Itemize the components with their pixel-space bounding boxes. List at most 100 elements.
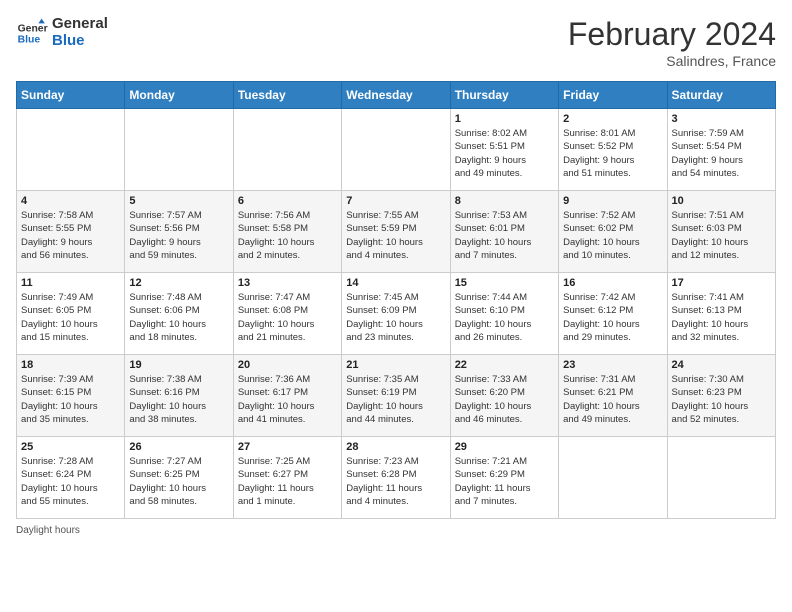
- week-row-1: 1 Sunrise: 8:02 AMSunset: 5:51 PMDaylight…: [17, 109, 776, 191]
- day-number: 27: [238, 441, 337, 453]
- day-cell: [125, 109, 233, 191]
- day-info: Sunrise: 7:30 AMSunset: 6:23 PMDaylight:…: [672, 373, 771, 426]
- day-number: 3: [672, 113, 771, 125]
- day-number: 24: [672, 359, 771, 371]
- day-cell: 5Sunrise: 7:57 AMSunset: 5:56 PMDaylight…: [125, 191, 233, 273]
- day-info: Sunrise: 7:44 AMSunset: 6:10 PMDaylight:…: [455, 291, 554, 344]
- day-number: 7: [346, 195, 445, 207]
- day-number: 13: [238, 277, 337, 289]
- day-info: Sunrise: 7:42 AMSunset: 6:12 PMDaylight:…: [563, 291, 662, 344]
- day-info: Sunrise: 7:27 AMSunset: 6:25 PMDaylight:…: [129, 455, 228, 508]
- day-cell: 7 Sunrise: 7:55 AMSunset: 5:59 PMDaylight…: [342, 191, 450, 273]
- day-cell: 27 Sunrise: 7:25 AMSunset: 6:27 PMDayligh…: [233, 437, 341, 519]
- day-cell: 26 Sunrise: 7:27 AMSunset: 6:25 PMDayligh…: [125, 437, 233, 519]
- day-number: 5: [129, 195, 228, 207]
- day-cell: 20 Sunrise: 7:36 AMSunset: 6:17 PMDayligh…: [233, 355, 341, 437]
- header-row: SundayMondayTuesdayWednesdayThursdayFrid…: [17, 82, 776, 109]
- day-number: 28: [346, 441, 445, 453]
- day-number: 10: [672, 195, 771, 207]
- day-cell: [233, 109, 341, 191]
- day-number: 16: [563, 277, 662, 289]
- day-number: 12: [129, 277, 228, 289]
- day-info: Sunrise: 7:45 AMSunset: 6:09 PMDaylight:…: [346, 291, 445, 344]
- logo-wordmark: General Blue: [52, 16, 108, 49]
- day-number: 22: [455, 359, 554, 371]
- footer: Daylight hours: [16, 525, 776, 536]
- day-info: Sunrise: 7:21 AMSunset: 6:29 PMDaylight:…: [455, 455, 554, 508]
- col-header-friday: Friday: [559, 82, 667, 109]
- day-cell: 13 Sunrise: 7:47 AMSunset: 6:08 PMDayligh…: [233, 273, 341, 355]
- col-header-saturday: Saturday: [667, 82, 775, 109]
- svg-text:General: General: [18, 23, 48, 34]
- day-number: 26: [129, 441, 228, 453]
- week-row-4: 18 Sunrise: 7:39 AMSunset: 6:15 PMDayligh…: [17, 355, 776, 437]
- day-cell: 12 Sunrise: 7:48 AMSunset: 6:06 PMDayligh…: [125, 273, 233, 355]
- calendar-table: SundayMondayTuesdayWednesdayThursdayFrid…: [16, 81, 776, 519]
- day-number: 25: [21, 441, 120, 453]
- day-cell: 18 Sunrise: 7:39 AMSunset: 6:15 PMDayligh…: [17, 355, 125, 437]
- logo-line1: General: [52, 16, 108, 33]
- day-cell: 25 Sunrise: 7:28 AMSunset: 6:24 PMDayligh…: [17, 437, 125, 519]
- day-cell: 4 Sunrise: 7:58 AMSunset: 5:55 PMDaylight…: [17, 191, 125, 273]
- day-number: 15: [455, 277, 554, 289]
- day-cell: 9 Sunrise: 7:52 AMSunset: 6:02 PMDaylight…: [559, 191, 667, 273]
- title-block: February 2024 Salindres, France: [568, 16, 776, 69]
- day-info: Sunrise: 7:39 AMSunset: 6:15 PMDaylight:…: [21, 373, 120, 426]
- day-cell: 2 Sunrise: 8:01 AMSunset: 5:52 PMDaylight…: [559, 109, 667, 191]
- week-row-2: 4 Sunrise: 7:58 AMSunset: 5:55 PMDaylight…: [17, 191, 776, 273]
- day-info: Sunrise: 7:36 AMSunset: 6:17 PMDaylight:…: [238, 373, 337, 426]
- day-number: 20: [238, 359, 337, 371]
- day-cell: 24 Sunrise: 7:30 AMSunset: 6:23 PMDayligh…: [667, 355, 775, 437]
- day-cell: 29 Sunrise: 7:21 AMSunset: 6:29 PMDayligh…: [450, 437, 558, 519]
- day-info: Sunrise: 7:47 AMSunset: 6:08 PMDaylight:…: [238, 291, 337, 344]
- day-cell: [667, 437, 775, 519]
- day-info: Sunrise: 7:59 AMSunset: 5:54 PMDaylight:…: [672, 127, 771, 180]
- day-info: Sunrise: 7:53 AMSunset: 6:01 PMDaylight:…: [455, 209, 554, 262]
- day-cell: 22Sunrise: 7:33 AMSunset: 6:20 PMDayligh…: [450, 355, 558, 437]
- day-number: 4: [21, 195, 120, 207]
- day-number: 1: [455, 113, 554, 125]
- day-info: Sunrise: 8:02 AMSunset: 5:51 PMDaylight:…: [455, 127, 554, 180]
- day-cell: 11Sunrise: 7:49 AMSunset: 6:05 PMDayligh…: [17, 273, 125, 355]
- week-row-5: 25 Sunrise: 7:28 AMSunset: 6:24 PMDayligh…: [17, 437, 776, 519]
- day-number: 2: [563, 113, 662, 125]
- day-number: 18: [21, 359, 120, 371]
- day-number: 19: [129, 359, 228, 371]
- day-cell: 16 Sunrise: 7:42 AMSunset: 6:12 PMDayligh…: [559, 273, 667, 355]
- day-info: Sunrise: 7:56 AMSunset: 5:58 PMDaylight:…: [238, 209, 337, 262]
- day-number: 9: [563, 195, 662, 207]
- calendar-title: February 2024: [568, 16, 776, 53]
- col-header-tuesday: Tuesday: [233, 82, 341, 109]
- day-cell: 19 Sunrise: 7:38 AMSunset: 6:16 PMDayligh…: [125, 355, 233, 437]
- day-number: 6: [238, 195, 337, 207]
- day-info: Sunrise: 7:23 AMSunset: 6:28 PMDaylight:…: [346, 455, 445, 508]
- day-info: Sunrise: 7:28 AMSunset: 6:24 PMDaylight:…: [21, 455, 120, 508]
- day-info: Sunrise: 7:35 AMSunset: 6:19 PMDaylight:…: [346, 373, 445, 426]
- logo: General Blue General Blue: [16, 16, 108, 49]
- day-cell: 21Sunrise: 7:35 AMSunset: 6:19 PMDayligh…: [342, 355, 450, 437]
- day-info: Sunrise: 7:52 AMSunset: 6:02 PMDaylight:…: [563, 209, 662, 262]
- page-header: General Blue General Blue February 2024 …: [16, 16, 776, 69]
- day-info: Sunrise: 7:49 AMSunset: 6:05 PMDaylight:…: [21, 291, 120, 344]
- day-cell: 17Sunrise: 7:41 AMSunset: 6:13 PMDayligh…: [667, 273, 775, 355]
- day-info: Sunrise: 7:38 AMSunset: 6:16 PMDaylight:…: [129, 373, 228, 426]
- day-cell: [559, 437, 667, 519]
- svg-text:Blue: Blue: [18, 34, 41, 45]
- day-number: 29: [455, 441, 554, 453]
- day-cell: 23Sunrise: 7:31 AMSunset: 6:21 PMDayligh…: [559, 355, 667, 437]
- day-info: Sunrise: 7:55 AMSunset: 5:59 PMDaylight:…: [346, 209, 445, 262]
- day-cell: 28 Sunrise: 7:23 AMSunset: 6:28 PMDayligh…: [342, 437, 450, 519]
- day-cell: [342, 109, 450, 191]
- col-header-sunday: Sunday: [17, 82, 125, 109]
- day-info: Sunrise: 7:58 AMSunset: 5:55 PMDaylight:…: [21, 209, 120, 262]
- day-info: Sunrise: 7:25 AMSunset: 6:27 PMDaylight:…: [238, 455, 337, 508]
- day-number: 17: [672, 277, 771, 289]
- day-cell: 8Sunrise: 7:53 AMSunset: 6:01 PMDaylight…: [450, 191, 558, 273]
- day-cell: [17, 109, 125, 191]
- day-cell: 15 Sunrise: 7:44 AMSunset: 6:10 PMDayligh…: [450, 273, 558, 355]
- day-info: Sunrise: 8:01 AMSunset: 5:52 PMDaylight:…: [563, 127, 662, 180]
- day-cell: 10Sunrise: 7:51 AMSunset: 6:03 PMDayligh…: [667, 191, 775, 273]
- day-info: Sunrise: 7:48 AMSunset: 6:06 PMDaylight:…: [129, 291, 228, 344]
- day-number: 23: [563, 359, 662, 371]
- day-cell: 14Sunrise: 7:45 AMSunset: 6:09 PMDayligh…: [342, 273, 450, 355]
